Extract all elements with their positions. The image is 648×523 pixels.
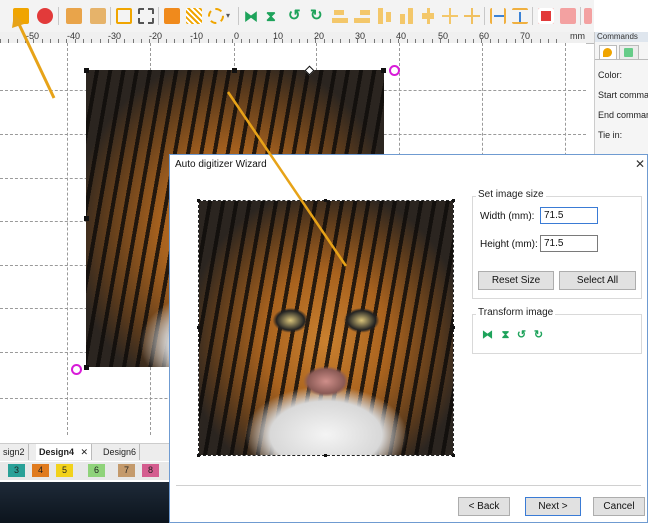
annotation-overlay xyxy=(12,14,348,267)
annotation-arrow-line xyxy=(16,21,56,99)
annotation-link-line xyxy=(226,91,348,267)
annotation-arrowhead xyxy=(12,14,24,28)
